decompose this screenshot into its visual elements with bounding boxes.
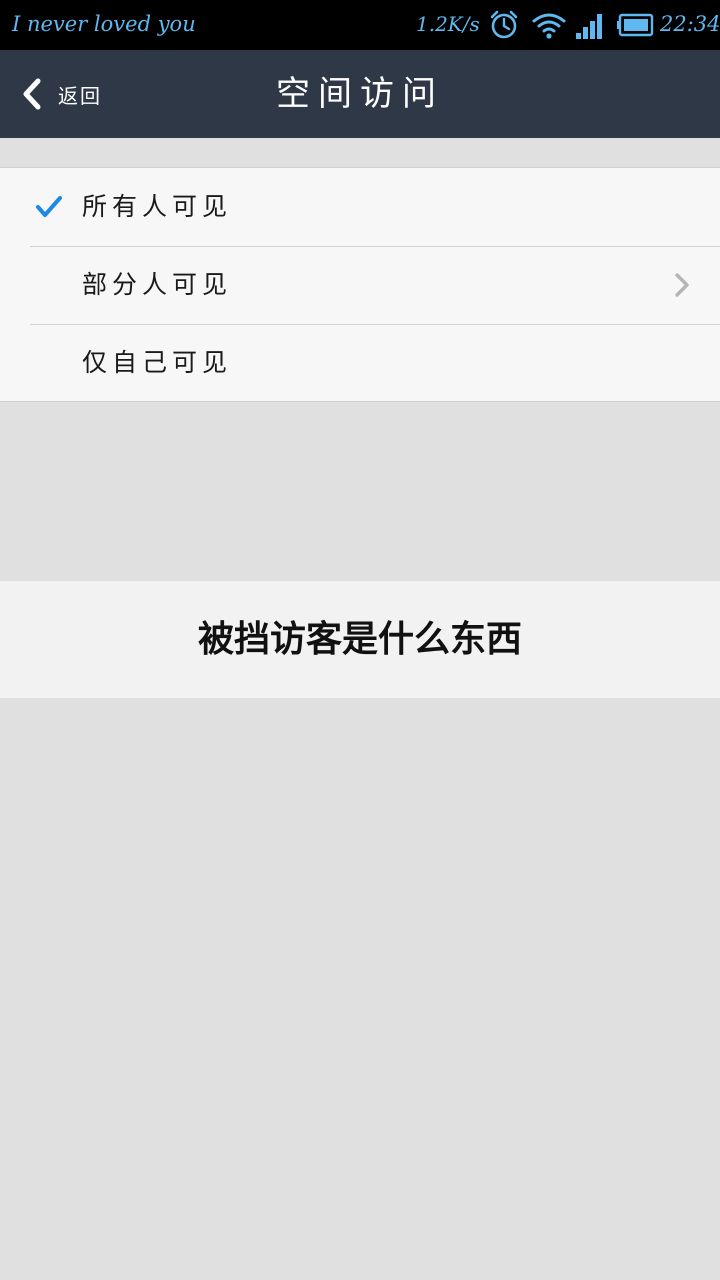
chevron-left-icon [20,77,44,111]
signal-icon [575,9,605,41]
chevron-right-icon [672,272,692,298]
option-label: 所有人可见 [82,192,233,221]
status-bar: I never loved you 1.2K/s 22:34 [0,0,720,50]
notification-text: I never loved you [12,12,196,36]
option-label: 部分人可见 [82,270,233,299]
back-label: 返回 [58,83,102,108]
alarm-icon [489,9,519,41]
option-all-visible[interactable]: 所有人可见 [0,168,720,245]
option-label: 仅自己可见 [82,348,233,377]
caption-banner: 被挡访客是什么东西 [0,581,720,698]
title-bar: 空间访问 返回 [0,50,720,138]
check-icon [34,192,64,222]
option-partial-visible[interactable]: 部分人可见 [0,245,720,323]
wifi-icon [532,9,566,41]
back-button[interactable]: 返回 [20,68,130,120]
caption-text: 被挡访客是什么东西 [197,619,522,660]
network-speed: 1.2K/s [416,12,480,36]
option-self-only[interactable]: 仅自己可见 [0,323,720,401]
battery-icon [617,9,657,41]
visibility-options-list: 所有人可见 部分人可见 仅自己可见 [0,167,720,402]
clock: 22:34 [660,12,720,36]
